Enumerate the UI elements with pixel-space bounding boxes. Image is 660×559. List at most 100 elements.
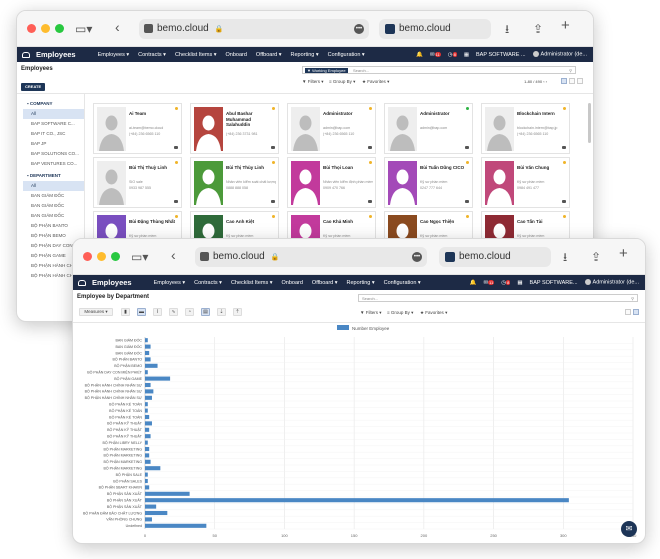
menu-offboard[interactable]: Offboard ▾ bbox=[256, 52, 282, 58]
list-view-icon[interactable] bbox=[625, 309, 631, 315]
employee-card[interactable]: Ai Team ai-team@bemo.cloud (+84) 236 6565 … bbox=[93, 103, 182, 154]
company-item[interactable]: BAP JP bbox=[23, 139, 84, 149]
cloud-logo-icon[interactable] bbox=[22, 51, 30, 58]
create-button[interactable]: CREATE bbox=[21, 83, 46, 91]
kanban-view-icon[interactable] bbox=[561, 78, 567, 84]
activity-icon[interactable]: ◷8 bbox=[501, 279, 511, 286]
maximize-window-button[interactable] bbox=[111, 252, 120, 261]
chat-bubble-icon[interactable]: ✉ bbox=[621, 521, 637, 537]
menu-reporting[interactable]: Reporting ▾ bbox=[291, 52, 319, 58]
department-item[interactable]: BAN GIÁM ĐỐC bbox=[23, 201, 84, 211]
graph-favorites-button[interactable]: ★ Favorites ▾ bbox=[420, 310, 447, 316]
employee-card[interactable]: Bùi Tuấn Dũng CICO Kỹ sư phần mềm 0247 777… bbox=[384, 157, 473, 208]
activity-icon[interactable]: ◷8 bbox=[448, 51, 457, 58]
department-item[interactable]: BAN GIÁM ĐỐC bbox=[23, 211, 84, 221]
bar-chart-active-icon[interactable]: ▬ bbox=[137, 308, 146, 316]
ascending-sort-icon[interactable]: ⇡ bbox=[233, 308, 242, 316]
chat-icon[interactable] bbox=[271, 200, 275, 203]
menu-employees[interactable]: Employees ▾ bbox=[154, 280, 186, 286]
chat-icon[interactable] bbox=[562, 146, 566, 149]
department-item[interactable]: BAN GIÁM ĐỐC bbox=[23, 191, 84, 201]
bar-chart-icon[interactable]: ▮ bbox=[121, 308, 130, 316]
address-bar-2[interactable]: bemo.cloud 🔒 ••• bbox=[195, 247, 427, 267]
menu-configuration[interactable]: Configuration ▾ bbox=[384, 280, 421, 286]
menu-reporting[interactable]: Reporting ▾ bbox=[347, 280, 375, 286]
pie-chart-icon[interactable]: ◔ bbox=[185, 308, 194, 316]
bell-icon[interactable]: 🔔 bbox=[416, 52, 423, 58]
share-icon[interactable]: ⇪ bbox=[533, 21, 543, 37]
employee-card[interactable]: Blockchain Intern blockchain.intern@bap.j… bbox=[481, 103, 570, 154]
search-icon[interactable]: ⚲ bbox=[569, 68, 572, 73]
chat-icon[interactable] bbox=[465, 146, 469, 149]
menu-configuration[interactable]: Configuration ▾ bbox=[328, 52, 365, 58]
search-icon[interactable]: ⚲ bbox=[631, 296, 634, 301]
minimize-window-button[interactable] bbox=[97, 252, 106, 261]
company-item[interactable]: All bbox=[23, 109, 84, 119]
stacked-icon[interactable]: ▤ bbox=[201, 308, 210, 316]
minimize-window-button[interactable] bbox=[41, 24, 50, 33]
chat-icon[interactable] bbox=[368, 200, 372, 203]
menu-onboard[interactable]: Onboard bbox=[282, 280, 303, 286]
page-options-icon[interactable]: ••• bbox=[412, 252, 422, 262]
new-tab-icon[interactable]: + bbox=[619, 246, 628, 262]
graph-group-by-button[interactable]: ≡ Group By ▾ bbox=[387, 310, 413, 316]
menu-employees[interactable]: Employees ▾ bbox=[98, 52, 130, 58]
graph-view-icon[interactable] bbox=[633, 309, 639, 315]
chat-icon[interactable] bbox=[368, 146, 372, 149]
menu-checklist-items[interactable]: Checklist Items ▾ bbox=[231, 280, 273, 286]
grid-apps-icon[interactable]: ▦ bbox=[464, 52, 469, 58]
company-item[interactable]: BAP IT CO., JSC bbox=[23, 129, 84, 139]
bell-icon[interactable]: 🔔 bbox=[470, 280, 477, 286]
download-icon[interactable]: ⭳ bbox=[505, 21, 509, 37]
department-item[interactable]: BỘ PHẬN BANTO bbox=[23, 221, 84, 231]
filters-button[interactable]: ▼ Filters ▾ bbox=[302, 79, 323, 85]
browser-tab[interactable]: bemo.cloud bbox=[379, 19, 491, 39]
download-icon[interactable]: ⭳ bbox=[563, 249, 567, 265]
chat-icon[interactable] bbox=[271, 146, 275, 149]
close-window-button[interactable] bbox=[27, 24, 36, 33]
graph-search-input[interactable]: Search... bbox=[362, 296, 378, 301]
graph-view-icon[interactable] bbox=[577, 78, 583, 84]
page-options-icon[interactable]: ••• bbox=[354, 24, 364, 34]
share-icon[interactable]: ⇪ bbox=[591, 249, 601, 265]
employee-card[interactable]: Bùi Thị Thùy Linh Nhân viên kiểm soát chấ… bbox=[190, 157, 279, 208]
sidebar-toggle-icon[interactable]: ▭▾ bbox=[131, 249, 148, 265]
menu-offboard[interactable]: Offboard ▾ bbox=[312, 280, 338, 286]
search-facet[interactable]: ▼ Working Employee bbox=[305, 68, 348, 73]
company-item[interactable]: BAP SOLUTIONS CO... bbox=[23, 149, 84, 159]
list-view-icon[interactable] bbox=[569, 78, 575, 84]
browser-tab-2[interactable]: bemo.cloud bbox=[439, 247, 551, 267]
user-menu[interactable]: Administrator (de... bbox=[584, 279, 639, 286]
back-arrow-icon[interactable]: ‹ bbox=[171, 247, 176, 263]
app-title[interactable]: Employees bbox=[36, 50, 76, 59]
kanban-scrollbar[interactable] bbox=[588, 103, 591, 143]
maximize-window-button[interactable] bbox=[55, 24, 64, 33]
favorites-button[interactable]: ★ Favorites ▾ bbox=[362, 79, 389, 85]
sidebar-toggle-icon[interactable]: ▭▾ bbox=[75, 21, 92, 37]
grid-apps-icon[interactable]: ▦ bbox=[517, 280, 522, 286]
menu-contracts[interactable]: Contracts ▾ bbox=[138, 52, 166, 58]
menu-checklist-items[interactable]: Checklist Items ▾ bbox=[175, 52, 217, 58]
company-switcher[interactable]: BAP SOFTWARE ... bbox=[476, 52, 526, 58]
search-box[interactable]: ▼ Working Employee Search... ⚲ bbox=[302, 66, 576, 74]
company-item[interactable]: BAP VENTURES CO... bbox=[23, 159, 84, 169]
employee-card[interactable]: Administrator admin@bap.com bbox=[384, 103, 473, 154]
graph-filters-button[interactable]: ▼ Filters ▾ bbox=[360, 310, 381, 316]
chat-icon[interactable] bbox=[174, 200, 178, 203]
employee-card[interactable]: Bùi Thị Thuỳ Linh SIO sale 0933 987 555 bbox=[93, 157, 182, 208]
address-bar[interactable]: bemo.cloud 🔒 ••• bbox=[139, 19, 369, 39]
cloud-logo-icon[interactable] bbox=[78, 279, 86, 286]
pager[interactable]: 1-80 / 490 ‹ › bbox=[524, 79, 547, 84]
app-title[interactable]: Employees bbox=[92, 278, 132, 287]
chat-icon[interactable] bbox=[562, 200, 566, 203]
employee-card[interactable]: Administrator admin@bap.com (+84) 236 6565… bbox=[287, 103, 376, 154]
line-chart-icon[interactable]: ⌇ bbox=[153, 308, 162, 316]
department-item[interactable]: All bbox=[23, 181, 84, 191]
back-arrow-icon[interactable]: ‹ bbox=[115, 19, 120, 35]
group-by-button[interactable]: ≡ Group By ▾ bbox=[329, 79, 355, 85]
employee-card[interactable]: Bùi Thọi Loan Nhân viên kiểm định phần mề… bbox=[287, 157, 376, 208]
search-input[interactable]: Search... bbox=[353, 68, 369, 73]
messages-icon[interactable]: ✉11 bbox=[430, 51, 441, 58]
graph-search-box[interactable]: Search... ⚲ bbox=[358, 294, 638, 302]
employee-card[interactable]: Abul Bashar Muhammad Salahuddin (+84) 236… bbox=[190, 103, 279, 154]
